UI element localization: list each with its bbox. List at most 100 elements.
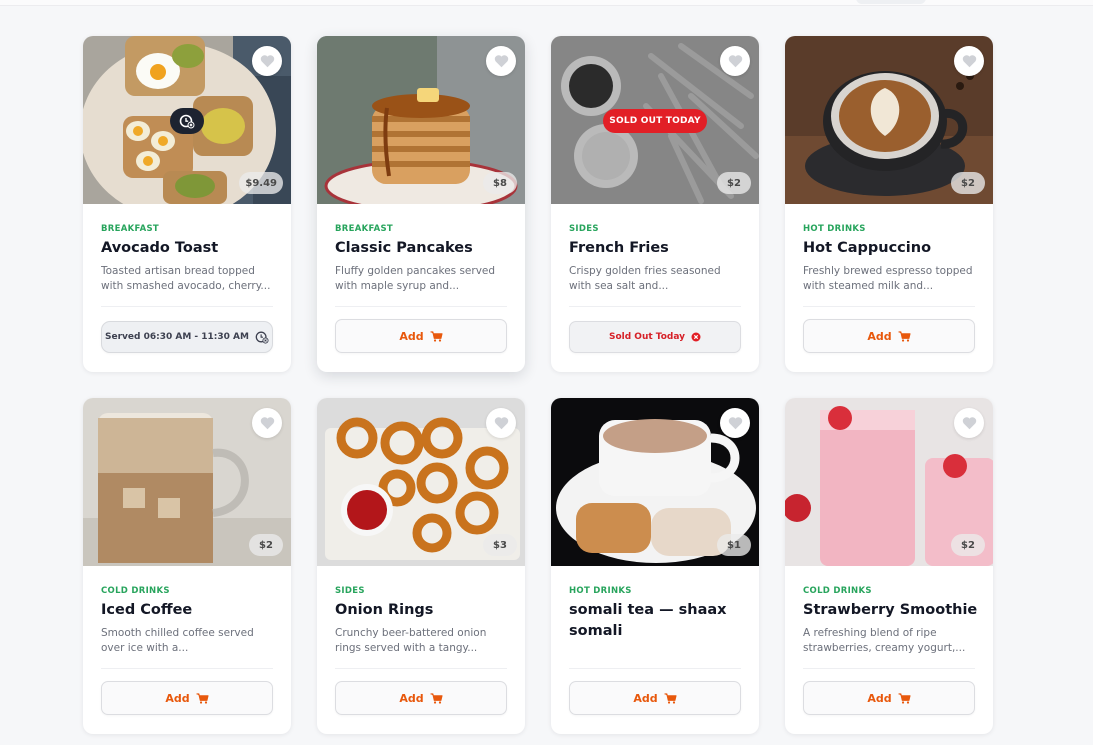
sold-out-badge: SOLD OUT TODAY	[603, 109, 707, 133]
item-name: Classic Pancakes	[335, 240, 473, 256]
add-to-cart-button[interactable]: Add	[803, 319, 975, 353]
item-description: Crispy golden fries seasoned with sea sa…	[569, 264, 741, 294]
cart-icon	[430, 330, 443, 342]
category-label: HOT DRINKS	[569, 586, 632, 596]
divider	[569, 306, 741, 307]
item-description: Freshly brewed espresso topped with stea…	[803, 264, 975, 294]
menu-card-avocado-toast[interactable]: $9.49 BREAKFAST Avocado Toast Toasted ar…	[83, 36, 291, 372]
item-image: $2	[785, 36, 993, 204]
menu-card-onion-rings[interactable]: $3 SIDES Onion Rings Crunchy beer-batter…	[317, 398, 525, 734]
description-line: with maple syrup and...	[335, 280, 460, 292]
clock-x-icon	[255, 331, 269, 344]
add-label: Add	[633, 691, 658, 705]
favorite-button[interactable]	[720, 408, 750, 438]
favorite-button[interactable]	[252, 408, 282, 438]
divider	[803, 668, 975, 669]
item-name: Onion Rings	[335, 602, 434, 618]
favorite-button[interactable]	[954, 408, 984, 438]
item-image: $8	[317, 36, 525, 204]
add-to-cart-button[interactable]: Add	[335, 681, 507, 715]
card-body: BREAKFAST Classic Pancakes Fluffy golden…	[317, 204, 525, 372]
category-label: SIDES	[335, 586, 365, 596]
menu-card-hot-cappuccino[interactable]: $2 HOT DRINKS Hot Cappuccino Freshly bre…	[785, 36, 993, 372]
category-label: COLD DRINKS	[803, 586, 872, 596]
divider	[803, 306, 975, 307]
add-to-cart-button[interactable]: Add	[569, 681, 741, 715]
card-body: HOT DRINKS somali tea — shaax somali Add	[551, 566, 759, 734]
menu-card-strawberry-smoothie[interactable]: $2 COLD DRINKS Strawberry Smoothie A ref…	[785, 398, 993, 734]
item-description: Smooth chilled coffee served over ice wi…	[101, 626, 273, 656]
description-line: rings served with a tangy...	[335, 642, 478, 654]
add-to-cart-button[interactable]: Add	[101, 681, 273, 715]
menu-card-somali-tea[interactable]: $1 HOT DRINKS somali tea — shaax somali …	[551, 398, 759, 734]
add-to-cart-button[interactable]: Add	[335, 319, 507, 353]
item-image: $9.49	[83, 36, 291, 204]
price-badge: $8	[483, 172, 517, 194]
description-line: Crunchy beer-battered onion	[335, 627, 487, 639]
top-bar-tab	[856, 0, 926, 4]
heart-icon	[728, 417, 742, 430]
description-line: with sea salt and...	[569, 280, 669, 292]
cart-icon	[898, 692, 911, 704]
description-line: Toasted artisan bread topped	[101, 265, 255, 277]
item-image: $2	[785, 398, 993, 566]
divider	[101, 668, 273, 669]
heart-icon	[962, 55, 976, 68]
heart-icon	[260, 417, 274, 430]
favorite-button[interactable]	[720, 46, 750, 76]
description-line: A refreshing blend of ripe	[803, 627, 937, 639]
cart-icon	[898, 330, 911, 342]
favorite-button[interactable]	[252, 46, 282, 76]
cart-icon	[196, 692, 209, 704]
x-circle-icon	[691, 332, 701, 342]
price-badge: $2	[951, 534, 985, 556]
add-label: Add	[399, 691, 424, 705]
item-image: SOLD OUT TODAY $2	[551, 36, 759, 204]
card-body: HOT DRINKS Hot Cappuccino Freshly brewed…	[785, 204, 993, 372]
category-label: HOT DRINKS	[803, 224, 866, 234]
item-image: $1	[551, 398, 759, 566]
card-body: BREAKFAST Avocado Toast Toasted artisan …	[83, 204, 291, 372]
sold-out-button: Sold Out Today	[569, 321, 741, 353]
card-body: SIDES French Fries Crispy golden fries s…	[551, 204, 759, 372]
card-body: COLD DRINKS Iced Coffee Smooth chilled c…	[83, 566, 291, 734]
favorite-button[interactable]	[954, 46, 984, 76]
description-line: Fluffy golden pancakes served	[335, 265, 496, 277]
menu-card-iced-coffee[interactable]: $2 COLD DRINKS Iced Coffee Smooth chille…	[83, 398, 291, 734]
price-badge: $2	[951, 172, 985, 194]
divider	[569, 668, 741, 669]
heart-icon	[494, 55, 508, 68]
description-line: strawberries, creamy yogurt,...	[803, 642, 966, 654]
price-badge: $2	[249, 534, 283, 556]
cart-icon	[430, 692, 443, 704]
card-body: COLD DRINKS Strawberry Smoothie A refres…	[785, 566, 993, 734]
heart-icon	[494, 417, 508, 430]
menu-grid: $9.49 BREAKFAST Avocado Toast Toasted ar…	[83, 36, 993, 734]
description-line: Smooth chilled coffee served	[101, 627, 254, 639]
category-label: COLD DRINKS	[101, 586, 170, 596]
top-bar	[0, 0, 1093, 6]
item-name: Iced Coffee	[101, 602, 193, 618]
add-label: Add	[165, 691, 190, 705]
description-line: with smashed avocado, cherry...	[101, 280, 271, 292]
add-to-cart-button[interactable]: Add	[803, 681, 975, 715]
menu-card-classic-pancakes[interactable]: $8 BREAKFAST Classic Pancakes Fluffy gol…	[317, 36, 525, 372]
item-image: $2	[83, 398, 291, 566]
card-body: SIDES Onion Rings Crunchy beer-battered …	[317, 566, 525, 734]
price-badge: $3	[483, 534, 517, 556]
item-name: Hot Cappuccino	[803, 240, 932, 256]
description-line: with steamed milk and...	[803, 280, 934, 292]
favorite-button[interactable]	[486, 46, 516, 76]
divider	[335, 668, 507, 669]
price-badge: $2	[717, 172, 751, 194]
heart-icon	[260, 55, 274, 68]
item-image: $3	[317, 398, 525, 566]
category-label: BREAKFAST	[101, 224, 160, 234]
menu-card-french-fries[interactable]: SOLD OUT TODAY $2 SIDES French Fries Cri…	[551, 36, 759, 372]
add-label: Add	[867, 329, 892, 343]
description-line: Freshly brewed espresso topped	[803, 265, 973, 277]
favorite-button[interactable]	[486, 408, 516, 438]
price-badge: $1	[717, 534, 751, 556]
cart-icon	[664, 692, 677, 704]
divider	[335, 306, 507, 307]
